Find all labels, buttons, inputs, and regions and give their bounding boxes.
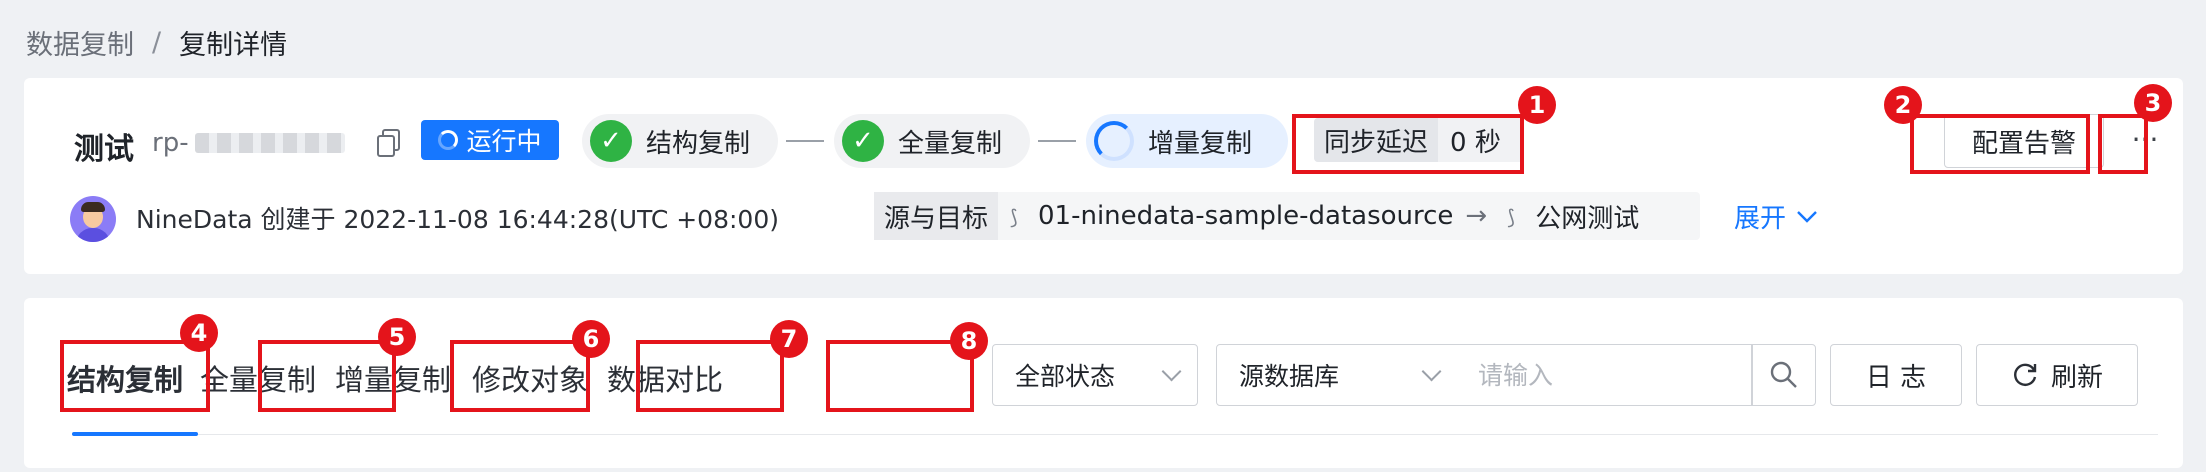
chevron-down-icon (1421, 361, 1442, 382)
source-name[interactable]: 01-ninedata-sample-datasource (1038, 201, 1453, 231)
creator-info: NineData 创建于 2022-11-08 16:44:28(UTC +08… (136, 205, 779, 234)
step-label: 增量复制 (1148, 128, 1253, 159)
annotation-box-4 (60, 340, 210, 412)
task-name: 测试 (74, 132, 134, 167)
annotation-number: 2 (1884, 86, 1922, 124)
step-incremental[interactable]: 增量复制 (1086, 114, 1288, 168)
source-target: 源与目标 ⟆ 01-ninedata-sample-datasource → ⟆… (874, 192, 1700, 240)
annotation-number: 1 (1518, 86, 1556, 124)
breadcrumb-current: 复制详情 (179, 29, 288, 61)
annotation-number: 3 (2134, 84, 2172, 122)
refresh-button[interactable]: 刷新 (1976, 344, 2138, 406)
breadcrumb: 数据复制 / 复制详情 (26, 22, 287, 62)
progress-spinner-icon (1094, 121, 1134, 161)
step-connector (1038, 140, 1076, 142)
arrow-icon: → (1465, 201, 1488, 231)
expand-link[interactable]: 展开 (1734, 198, 1818, 235)
expand-label: 展开 (1734, 204, 1787, 234)
copy-icon[interactable] (376, 128, 402, 158)
step-structure[interactable]: ✓ 结构复制 (582, 114, 778, 168)
active-tab-indicator (72, 432, 198, 436)
step-full[interactable]: ✓ 全量复制 (834, 114, 1030, 168)
annotation-box-2 (1910, 114, 2090, 174)
status-label: 运行中 (466, 127, 542, 156)
annotation-box-6 (450, 340, 590, 412)
database-select[interactable]: 源数据库 (1216, 344, 1458, 406)
log-button[interactable]: 日 志 (1830, 344, 1962, 406)
status-select[interactable]: 全部状态 (992, 344, 1198, 406)
refresh-icon (2014, 363, 2037, 386)
status-badge: 运行中 (421, 120, 559, 160)
annotation-box-1 (1292, 114, 1524, 174)
task-overview-card: 测试 rp- 运行中 ✓ 结构复制 ✓ 全量复制 增量复制 同步延迟 0 秒 配… (24, 78, 2183, 274)
annotation-box-5 (258, 340, 396, 412)
search-button[interactable] (1752, 344, 1816, 406)
annotation-number: 4 (180, 314, 218, 352)
source-target-label: 源与目标 (874, 192, 999, 240)
check-icon: ✓ (590, 120, 632, 162)
step-label: 结构复制 (646, 128, 751, 159)
step-label: 全量复制 (898, 128, 1003, 159)
chevron-down-icon (1797, 210, 1817, 223)
target-name[interactable]: 公网测试 (1535, 198, 1639, 235)
step-connector (786, 140, 824, 142)
avatar (70, 196, 116, 242)
annotation-number: 7 (770, 320, 808, 358)
annotation-number: 6 (572, 320, 610, 358)
chevron-down-icon (1161, 361, 1182, 382)
annotation-box-7 (636, 340, 784, 412)
database-select-value: 源数据库 (1239, 362, 1340, 391)
task-id-prefix: rp- (152, 128, 189, 158)
refresh-label: 刷新 (2050, 362, 2103, 393)
search-icon (1770, 361, 1797, 388)
breadcrumb-separator: / (152, 26, 162, 58)
breadcrumb-parent[interactable]: 数据复制 (26, 23, 134, 62)
annotation-box-3 (2098, 114, 2148, 174)
annotation-number: 5 (378, 318, 416, 356)
tabs-divider (72, 434, 2158, 435)
database-icon: ⟆ (1507, 205, 1516, 229)
task-id-redacted (194, 133, 345, 153)
database-icon: ⟆ (1010, 205, 1018, 229)
loading-icon (438, 130, 459, 150)
check-icon: ✓ (842, 120, 884, 162)
annotation-number: 8 (950, 322, 988, 360)
status-select-value: 全部状态 (1015, 362, 1116, 391)
search-input[interactable] (1456, 344, 1752, 406)
task-id: rp- (152, 128, 345, 158)
